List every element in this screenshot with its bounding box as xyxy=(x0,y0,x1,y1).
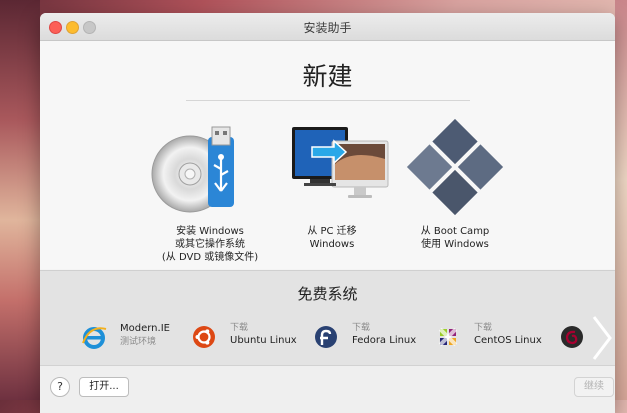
pc-to-mac-icon xyxy=(262,119,402,219)
ubuntu-name: Ubuntu Linux xyxy=(230,335,297,346)
heading-divider xyxy=(186,100,470,101)
internet-explorer-icon xyxy=(82,327,107,349)
window-title: 安装助手 xyxy=(303,21,352,35)
free-systems-section: 免费系统 Modern.IE 测试环境 下载 Ubuntu Linux 下载 F… xyxy=(40,270,615,365)
modern-ie-subtitle: 测试环境 xyxy=(120,337,157,347)
migrate-label-1: 从 PC 迁移 xyxy=(307,226,357,237)
migrate-from-pc-option[interactable]: 从 PC 迁移 Windows xyxy=(262,119,402,251)
install-windows-label-1: 安装 Windows xyxy=(176,226,244,237)
title-bar: 安装助手 xyxy=(40,13,615,41)
fedora-download-label: 下载 xyxy=(352,323,371,333)
migrate-label-2: Windows xyxy=(309,239,355,250)
debian-icon xyxy=(561,326,583,348)
install-windows-label-2: 或其它操作系统 xyxy=(175,239,245,250)
install-windows-option[interactable]: 安装 Windows 或其它操作系统 (从 DVD 或镜像文件) xyxy=(140,119,280,264)
desktop-wallpaper xyxy=(0,0,40,400)
fedora-icon xyxy=(315,326,337,348)
installation-assistant-window: 安装助手 新建 安装 Windows 或其它操作系统 (从 DVD 或镜像文件)… xyxy=(40,13,615,413)
bootcamp-windows-icon xyxy=(385,118,525,219)
next-page-chevron-icon[interactable] xyxy=(590,313,614,363)
install-windows-label-3: (从 DVD 或镜像文件) xyxy=(161,252,259,263)
bootcamp-label-2: 使用 Windows xyxy=(421,239,489,250)
ubuntu-icon xyxy=(193,326,215,348)
help-button[interactable]: ? xyxy=(50,377,70,397)
bootcamp-label-1: 从 Boot Camp xyxy=(420,226,490,237)
desktop-wallpaper-right xyxy=(615,0,627,400)
centos-download-label: 下载 xyxy=(474,323,493,333)
new-vm-section: 新建 安装 Windows 或其它操作系统 (从 DVD 或镜像文件) 从 PC… xyxy=(40,41,615,269)
modern-ie-title: Modern.IE xyxy=(120,323,170,334)
open-button[interactable]: 打开... xyxy=(79,377,129,397)
bottom-toolbar: ? 打开... 继续 xyxy=(40,365,615,413)
boot-camp-option[interactable]: 从 Boot Camp 使用 Windows xyxy=(385,118,525,251)
continue-button[interactable]: 继续 xyxy=(574,377,614,397)
free-systems-heading: 免费系统 xyxy=(297,285,358,303)
ubuntu-download-label: 下载 xyxy=(230,323,249,333)
new-heading: 新建 xyxy=(302,62,353,91)
centos-name: CentOS Linux xyxy=(474,335,542,346)
fedora-name: Fedora Linux xyxy=(352,335,417,346)
centos-icon xyxy=(438,327,458,347)
dvd-usb-icon xyxy=(140,119,280,219)
